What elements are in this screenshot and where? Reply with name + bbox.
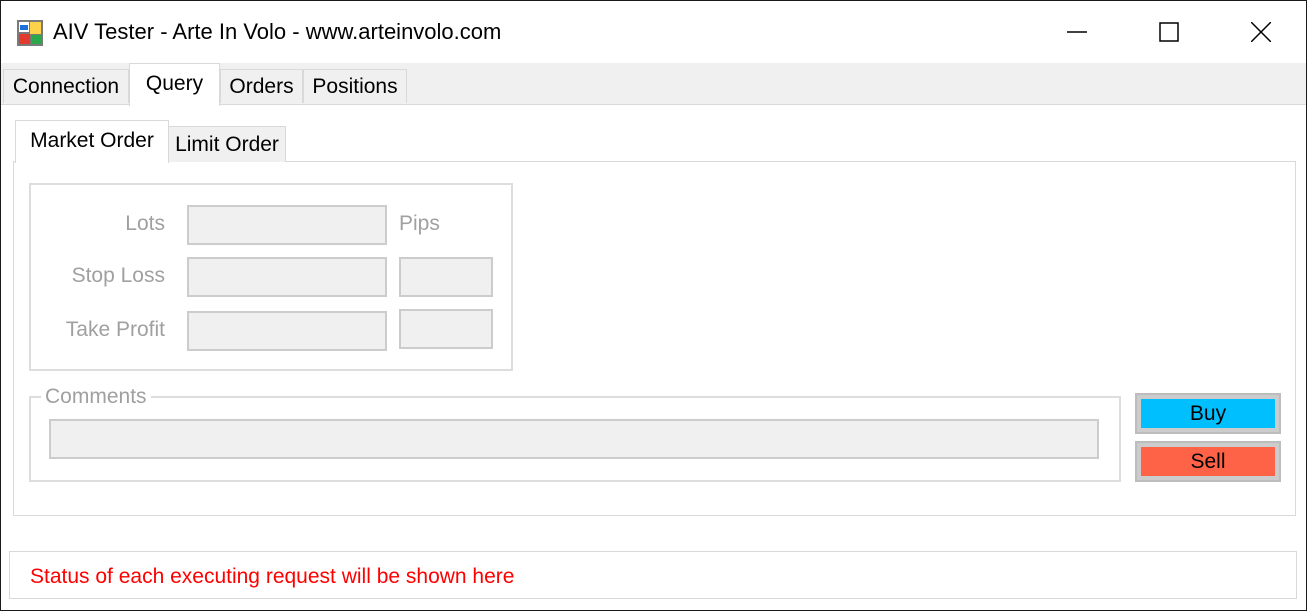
app-icon [17, 20, 43, 46]
status-bar: Status of each executing request will be… [9, 551, 1297, 599]
status-text: Status of each executing request will be… [30, 565, 515, 588]
app-window: AIV Tester - Arte In Volo - www.arteinvo… [0, 0, 1307, 611]
stop-loss-pips-input[interactable] [399, 257, 493, 297]
tab-market-order[interactable]: Market Order [15, 120, 169, 163]
tab-positions[interactable]: Positions [303, 69, 407, 103]
take-profit-label: Take Profit [65, 318, 165, 341]
lots-label: Lots [125, 212, 165, 235]
minimize-icon [1067, 31, 1087, 33]
buy-button-label: Buy [1141, 399, 1275, 428]
tab-orders[interactable]: Orders [220, 69, 303, 103]
close-button[interactable] [1215, 1, 1306, 63]
take-profit-pips-input[interactable] [399, 309, 493, 349]
maximize-button[interactable] [1123, 1, 1215, 63]
buy-button[interactable]: Buy [1135, 393, 1281, 434]
maximize-icon [1159, 22, 1179, 42]
stop-loss-input[interactable] [187, 257, 387, 297]
close-icon [1251, 22, 1271, 42]
minimize-button[interactable] [1031, 1, 1123, 63]
window-title: AIV Tester - Arte In Volo - www.arteinvo… [53, 19, 502, 44]
tab-connection[interactable]: Connection [3, 69, 129, 103]
stop-loss-label: Stop Loss [71, 264, 165, 287]
comments-input[interactable] [49, 419, 1099, 459]
lots-input[interactable] [187, 205, 387, 245]
tab-limit-order[interactable]: Limit Order [168, 126, 286, 162]
sell-button[interactable]: Sell [1135, 441, 1281, 482]
take-profit-input[interactable] [187, 311, 387, 351]
comments-label: Comments [41, 385, 151, 409]
tab-query[interactable]: Query [129, 63, 220, 106]
pips-label: Pips [399, 212, 440, 235]
title-bar: AIV Tester - Arte In Volo - www.arteinvo… [1, 1, 1306, 63]
sell-button-label: Sell [1141, 447, 1275, 476]
